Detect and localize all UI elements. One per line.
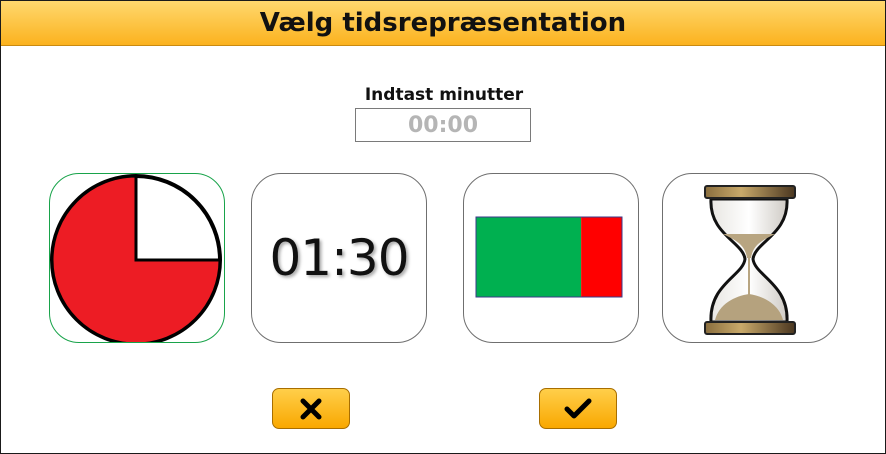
title-bar: Vælg tidsrepræsentation	[1, 1, 885, 46]
dialog-title: Vælg tidsrepræsentation	[259, 8, 627, 38]
minutes-input[interactable]	[355, 108, 531, 142]
time-representation-dialog: Vælg tidsrepræsentation Indtast minutter…	[0, 0, 886, 454]
hourglass-icon	[704, 185, 796, 335]
checkmark-icon	[564, 398, 592, 418]
cancel-button[interactable]	[272, 388, 350, 429]
digital-clock-icon: 01:30	[269, 229, 409, 287]
option-hourglass[interactable]	[662, 173, 838, 343]
close-icon	[300, 398, 322, 419]
bar-elapsed	[581, 217, 622, 297]
minutes-label: Indtast minutter	[364, 85, 524, 105]
option-progress-bar[interactable]	[463, 173, 639, 343]
confirm-button[interactable]	[539, 388, 617, 429]
option-digital-clock[interactable]: 01:30	[251, 173, 427, 343]
progress-bar-icon	[475, 216, 623, 298]
bar-remaining	[476, 217, 582, 297]
option-pie-timer[interactable]	[49, 173, 225, 343]
pie-timer-icon	[50, 174, 222, 342]
